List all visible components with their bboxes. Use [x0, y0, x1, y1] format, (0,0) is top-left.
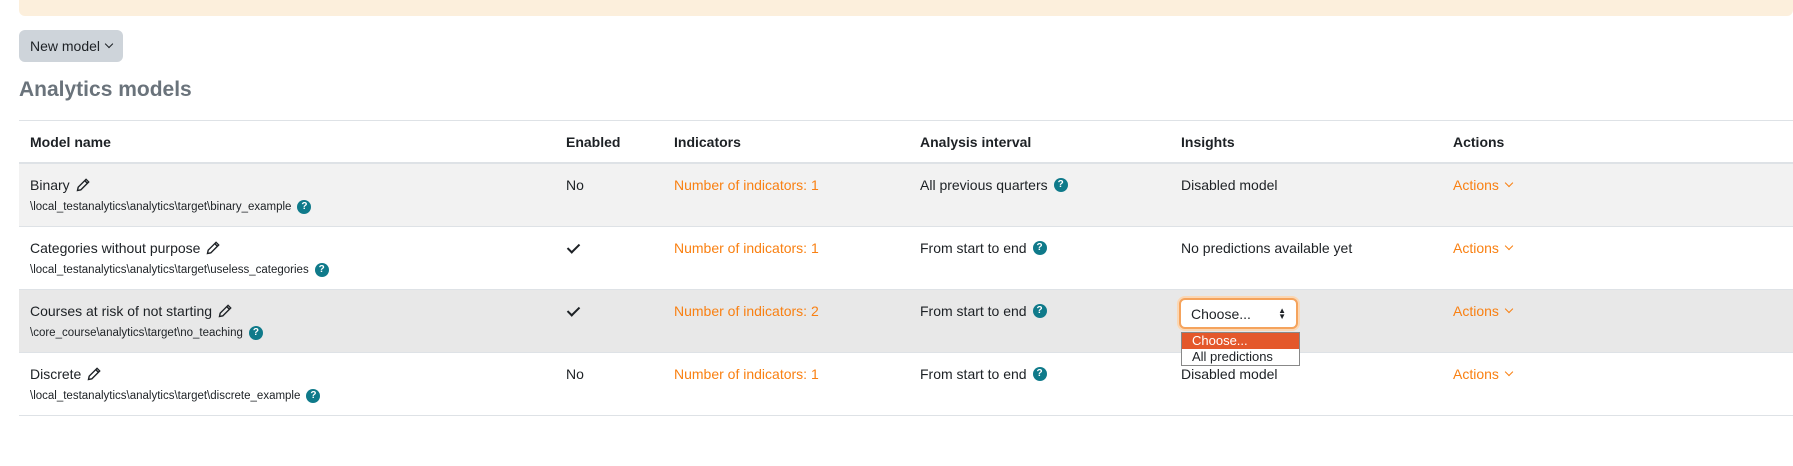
model-target: \local_testanalytics\analytics\target\bi… — [30, 201, 292, 213]
page-title: Analytics models — [19, 78, 192, 101]
model-name: Binary — [30, 177, 70, 193]
help-icon[interactable]: ? — [1053, 178, 1068, 192]
enabled-value: No — [566, 366, 584, 382]
actions-label: Actions — [1453, 240, 1499, 256]
models-table: Model name Enabled Indicators Analysis i… — [19, 120, 1793, 416]
table-row: Courses at risk of not starting \core_co… — [19, 290, 1793, 353]
interval-value: All previous quarters — [920, 177, 1048, 193]
insights-value: Disabled model — [1181, 177, 1278, 193]
header-enabled: Enabled — [566, 134, 621, 150]
enabled-check — [566, 240, 581, 256]
notification-banner — [19, 0, 1793, 16]
model-target: \core_course\analytics\target\no_teachin… — [30, 327, 243, 339]
actions-menu[interactable]: Actions — [1453, 366, 1514, 382]
model-name: Categories without purpose — [30, 240, 201, 256]
model-target: \local_testanalytics\analytics\target\di… — [30, 390, 301, 402]
model-name-cell: Categories without purpose \local_testan… — [30, 240, 329, 277]
model-name: Discrete — [30, 366, 82, 382]
actions-label: Actions — [1453, 366, 1499, 382]
chevron-down-icon — [1504, 367, 1514, 377]
analysis-interval: All previous quarters ? — [920, 177, 1068, 193]
chevron-down-icon — [1504, 178, 1514, 188]
pencil-icon[interactable] — [206, 241, 221, 255]
actions-menu[interactable]: Actions — [1453, 240, 1514, 256]
new-model-button[interactable]: New model — [19, 30, 123, 62]
model-name-cell: Courses at risk of not starting \core_co… — [30, 303, 263, 340]
model-name: Courses at risk of not starting — [30, 303, 213, 319]
actions-label: Actions — [1453, 303, 1499, 319]
header-actions: Actions — [1453, 134, 1505, 150]
help-icon[interactable]: ? — [248, 326, 263, 340]
help-icon[interactable]: ? — [1032, 241, 1047, 255]
table-header: Model name Enabled Indicators Analysis i… — [19, 120, 1793, 164]
insights-select[interactable]: Choose... ▲ ▼ — [1179, 298, 1298, 329]
chevron-down-icon — [1504, 241, 1514, 251]
interval-value: From start to end — [920, 366, 1027, 382]
insights-dropdown: Choose... All predictions — [1181, 332, 1300, 366]
insights-select-value: Choose... — [1191, 305, 1251, 322]
analysis-interval: From start to end ? — [920, 366, 1047, 382]
header-model-name: Model name — [30, 134, 111, 150]
dropdown-option-choose[interactable]: Choose... — [1182, 333, 1299, 349]
enabled-value: No — [566, 177, 584, 193]
check-icon — [566, 303, 581, 317]
help-icon[interactable]: ? — [306, 389, 321, 403]
actions-label: Actions — [1453, 177, 1499, 193]
help-icon[interactable]: ? — [297, 200, 312, 214]
help-icon[interactable]: ? — [314, 263, 329, 277]
insights-value: No predictions available yet — [1181, 240, 1353, 256]
model-name-cell: Binary \local_testanalytics\analytics\ta… — [30, 177, 312, 214]
table-row: Discrete \local_testanalytics\analytics\… — [19, 353, 1793, 416]
pencil-icon[interactable] — [76, 178, 90, 192]
chevron-down-icon — [104, 39, 114, 49]
interval-value: From start to end — [920, 240, 1027, 256]
model-name-cell: Discrete \local_testanalytics\analytics\… — [30, 366, 321, 403]
table-row: Categories without purpose \local_testan… — [19, 227, 1793, 290]
interval-value: From start to end — [920, 303, 1027, 319]
pencil-icon[interactable] — [87, 367, 102, 381]
table-row: Binary \local_testanalytics\analytics\ta… — [19, 164, 1793, 227]
dropdown-option-all-predictions[interactable]: All predictions — [1182, 349, 1299, 365]
analysis-interval: From start to end ? — [920, 240, 1047, 256]
new-model-label: New model — [29, 38, 101, 54]
actions-menu[interactable]: Actions — [1453, 177, 1514, 193]
header-insights: Insights — [1181, 134, 1235, 150]
indicators-link[interactable]: Number of indicators: 1 — [674, 240, 819, 256]
chevron-down-icon — [1504, 304, 1514, 314]
actions-menu[interactable]: Actions — [1453, 303, 1514, 319]
indicators-link[interactable]: Number of indicators: 1 — [674, 366, 819, 382]
check-icon — [566, 240, 581, 254]
insights-value: Disabled model — [1181, 366, 1278, 382]
model-target: \local_testanalytics\analytics\target\us… — [30, 264, 309, 276]
help-icon[interactable]: ? — [1032, 304, 1047, 318]
indicators-link[interactable]: Number of indicators: 1 — [674, 177, 819, 193]
enabled-check — [566, 303, 581, 319]
indicators-link[interactable]: Number of indicators: 2 — [674, 303, 819, 319]
select-arrows-icon: ▲ ▼ — [1278, 306, 1286, 321]
pencil-icon[interactable] — [218, 304, 232, 318]
header-analysis-interval: Analysis interval — [920, 134, 1032, 150]
help-icon[interactable]: ? — [1032, 367, 1047, 381]
analysis-interval: From start to end ? — [920, 303, 1047, 319]
header-indicators: Indicators — [674, 134, 741, 150]
